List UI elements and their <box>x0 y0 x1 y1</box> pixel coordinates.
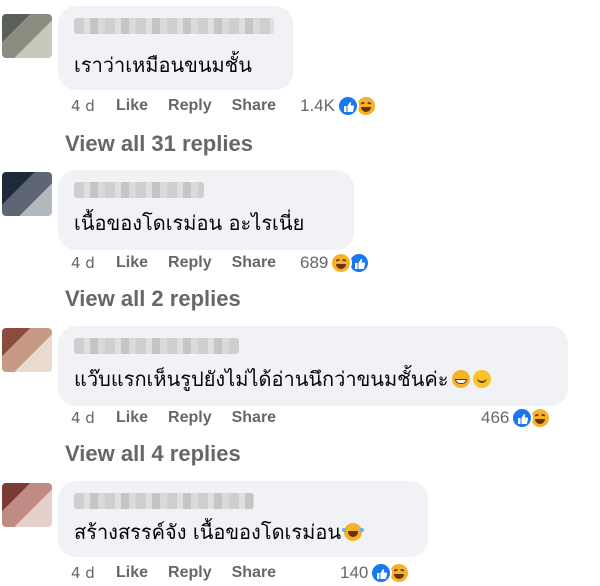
grin-emoji-icon <box>451 370 470 388</box>
laugh-tears-emoji-icon <box>342 523 365 541</box>
comment-actions: 4 d Like Reply Share <box>71 561 296 585</box>
reaction-count: 466 <box>481 408 510 427</box>
comment-text-row: แว๊บแรกเห็นรูปยังไม่ได้อ่านนึกว่าขนมชั้น… <box>74 366 491 392</box>
comment-timestamp[interactable]: 4 d <box>71 254 116 272</box>
haha-icon <box>330 252 353 274</box>
reaction-count: 1.4K <box>300 96 335 115</box>
view-replies-link[interactable]: View all 2 replies <box>65 286 241 312</box>
reaction-count: 689 <box>300 253 329 272</box>
reaction-summary[interactable]: 689 <box>300 250 371 276</box>
like-button[interactable]: Like <box>116 409 148 427</box>
share-button[interactable]: Share <box>232 409 276 427</box>
share-button[interactable]: Share <box>232 97 276 115</box>
reaction-count: 140 <box>340 563 369 582</box>
comment-bubble: เนื้อของโดเรม่อน อะไรเนี่ย <box>58 170 354 250</box>
like-icon <box>336 95 359 117</box>
avatar[interactable] <box>2 328 52 372</box>
reaction-summary[interactable]: 140 <box>340 560 411 586</box>
comment-bubble: แว๊บแรกเห็นรูปยังไม่ได้อ่านนึกว่าขนมชั้น… <box>58 326 568 406</box>
comment-actions: 4 d Like Reply Share <box>71 251 296 275</box>
author-name-blurred[interactable] <box>74 338 239 354</box>
comment-text: เราว่าเหมือนขนมชั้น <box>74 53 252 77</box>
comment-text: แว๊บแรกเห็นรูปยังไม่ได้อ่านนึกว่าขนมชั้น… <box>74 367 449 391</box>
reply-button[interactable]: Reply <box>168 97 212 115</box>
comment-bubble: สร้างสรรค์จัง เนื้อของโดเรม่อน <box>58 481 428 557</box>
share-button[interactable]: Share <box>232 254 276 272</box>
avatar[interactable] <box>2 172 52 216</box>
comment-timestamp[interactable]: 4 d <box>71 409 116 427</box>
comment-timestamp[interactable]: 4 d <box>71 97 116 115</box>
reply-button[interactable]: Reply <box>168 564 212 582</box>
view-replies-link[interactable]: View all 4 replies <box>65 441 241 467</box>
author-name-blurred[interactable] <box>74 18 274 34</box>
author-name-blurred[interactable] <box>74 493 254 509</box>
author-name-blurred[interactable] <box>74 182 204 198</box>
share-button[interactable]: Share <box>232 564 276 582</box>
view-replies-link[interactable]: View all 31 replies <box>65 131 253 157</box>
comment-timestamp[interactable]: 4 d <box>71 564 116 582</box>
comment-text: สร้างสรรค์จัง เนื้อของโดเรม่อน <box>74 520 342 544</box>
like-button[interactable]: Like <box>116 564 148 582</box>
reaction-summary[interactable]: 466 <box>481 405 552 431</box>
like-button[interactable]: Like <box>116 97 148 115</box>
smile-emoji-icon <box>472 370 491 388</box>
like-button[interactable]: Like <box>116 254 148 272</box>
comment-actions: 4 d Like Reply Share <box>71 406 296 430</box>
avatar[interactable] <box>2 14 52 58</box>
avatar[interactable] <box>2 483 52 527</box>
reply-button[interactable]: Reply <box>168 409 212 427</box>
comment-bubble: เราว่าเหมือนขนมชั้น <box>58 6 293 90</box>
reaction-summary[interactable]: 1.4K <box>300 93 377 119</box>
comment-actions: 4 d Like Reply Share <box>71 94 296 118</box>
comment-text-row: สร้างสรรค์จัง เนื้อของโดเรม่อน <box>74 519 365 545</box>
comment-text: เนื้อของโดเรม่อน อะไรเนี่ย <box>74 211 305 235</box>
like-icon <box>370 562 393 584</box>
reply-button[interactable]: Reply <box>168 254 212 272</box>
like-icon <box>511 407 534 429</box>
